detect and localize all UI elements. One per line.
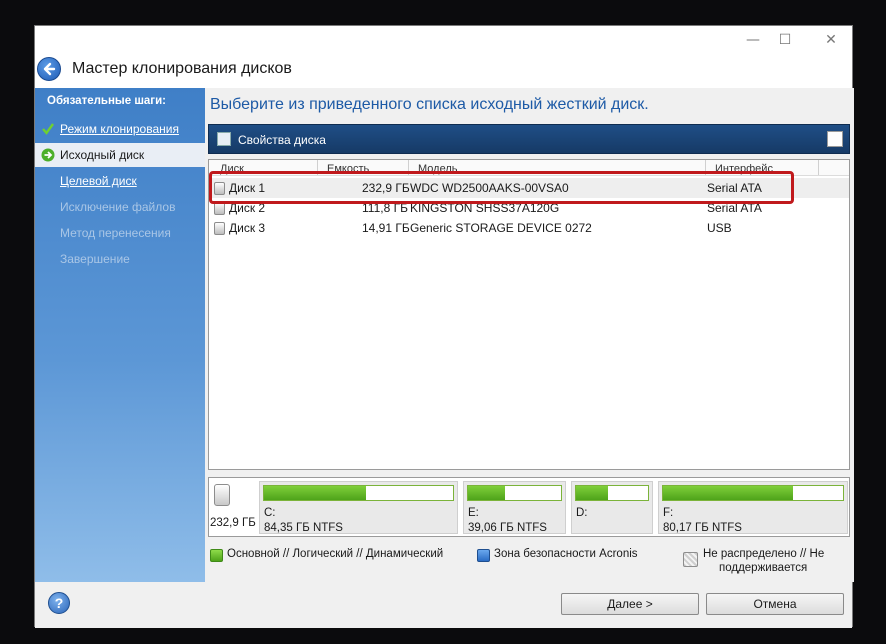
hard-disk-icon	[214, 222, 225, 235]
steps-heading: Обязательные шаги:	[47, 95, 166, 107]
partition-usage-fill	[663, 486, 793, 500]
disk-name: Диск 3	[229, 221, 266, 235]
partition-letter: F:	[663, 507, 674, 519]
partition-info: 80,17 ГБ NTFS	[663, 522, 742, 534]
close-button[interactable]: ✕	[817, 30, 845, 50]
partition-c[interactable]: C: 84,35 ГБ NTFS	[259, 481, 458, 534]
step-exclude-files: Исключение файлов	[35, 195, 205, 219]
step-label: Метод перенесения	[60, 226, 171, 240]
partition-usage-bar	[662, 485, 844, 501]
checkmark-icon	[42, 123, 54, 135]
minimize-button[interactable]: —	[739, 30, 767, 50]
partition-usage-fill	[468, 486, 506, 500]
cancel-button[interactable]: Отмена	[706, 593, 844, 615]
step-label: Исключение файлов	[60, 200, 176, 214]
legend-unallocated: Не распределено // Не поддерживается	[683, 548, 824, 574]
next-button[interactable]: Далее >	[561, 593, 699, 615]
step-label: Исходный диск	[60, 148, 145, 162]
main-panel: Выберите из приведенного списка исходный…	[205, 88, 854, 582]
legend-swatch-green	[210, 549, 223, 562]
hard-disk-icon	[214, 484, 230, 506]
disk-capacity: 14,91 ГБ	[362, 221, 410, 235]
legend-label: Основной // Логический // Динамический	[227, 548, 444, 560]
disk-model: Generic STORAGE DEVICE 0272	[410, 221, 592, 235]
disk-list: Диск Емкость Модель Интерфейс Диск 1 232…	[208, 159, 850, 470]
partition-letter: D:	[576, 507, 588, 519]
wizard-window: — ☐ ✕ Мастер клонирования дисков Обязате…	[34, 25, 854, 628]
maximize-button[interactable]: ☐	[771, 30, 799, 50]
steps-sidebar: Обязательные шаги: Режим клонирования Ис…	[35, 88, 205, 582]
step-clone-mode[interactable]: Режим клонирования	[35, 117, 205, 141]
wizard-header: Мастер клонирования дисков	[35, 56, 852, 88]
step-target-disk[interactable]: Целевой диск	[35, 169, 205, 193]
arrow-right-icon	[41, 148, 55, 162]
legend-swatch-blue	[477, 549, 490, 562]
partition-f[interactable]: F: 80,17 ГБ NTFS	[658, 481, 848, 534]
step-source-disk[interactable]: Исходный диск	[35, 143, 205, 167]
instruction-text: Выберите из приведенного списка исходный…	[210, 96, 649, 113]
legend-label: Зона безопасности Acronis	[494, 548, 638, 560]
partition-usage-bar	[263, 485, 454, 501]
notes-icon[interactable]	[827, 131, 843, 147]
disk-map: 232,9 ГБ C: 84,35 ГБ NTFS E: 39,06 ГБ NT…	[208, 477, 850, 537]
wizard-title: Мастер клонирования дисков	[72, 60, 292, 77]
partition-usage-fill	[576, 486, 609, 500]
disk-map-size: 232,9 ГБ	[210, 517, 256, 529]
partition-info: 84,35 ГБ NTFS	[264, 522, 343, 534]
step-label: Целевой диск	[60, 174, 137, 188]
back-arrow-icon[interactable]	[37, 57, 61, 81]
help-icon[interactable]: ?	[48, 592, 70, 614]
column-separator	[818, 160, 819, 175]
legend-primary: Основной // Логический // Динамический	[210, 548, 444, 562]
legend-swatch-gray	[683, 552, 698, 567]
wizard-footer: ? Далее > Отмена	[35, 582, 852, 628]
legend-label: поддерживается	[719, 562, 808, 574]
step-label: Завершение	[60, 252, 130, 266]
title-bar: — ☐ ✕	[35, 26, 852, 56]
partition-letter: E:	[468, 507, 479, 519]
partition-e[interactable]: E: 39,06 ГБ NTFS	[463, 481, 566, 534]
step-transfer-method: Метод перенесения	[35, 221, 205, 245]
legend-acronis-zone: Зона безопасности Acronis	[477, 548, 638, 562]
partition-usage-bar	[467, 485, 562, 501]
disk-properties-button[interactable]: Свойства диска	[238, 133, 326, 147]
selection-highlight	[209, 171, 794, 204]
step-label: Режим клонирования	[60, 122, 179, 136]
disk-interface: USB	[707, 221, 732, 235]
legend-label: Не распределено // Не	[703, 548, 825, 560]
next-label: алее >	[615, 597, 653, 611]
partition-usage-bar	[575, 485, 649, 501]
disk-toolbar: Свойства диска	[208, 124, 850, 154]
disk-properties-icon	[217, 132, 231, 146]
step-finish: Завершение	[35, 247, 205, 271]
partition-d[interactable]: D:	[571, 481, 653, 534]
partition-letter: C:	[264, 507, 276, 519]
partition-usage-fill	[264, 486, 367, 500]
partition-info: 39,06 ГБ NTFS	[468, 522, 547, 534]
disk-row-3[interactable]: Диск 3 14,91 ГБ Generic STORAGE DEVICE 0…	[209, 218, 849, 238]
